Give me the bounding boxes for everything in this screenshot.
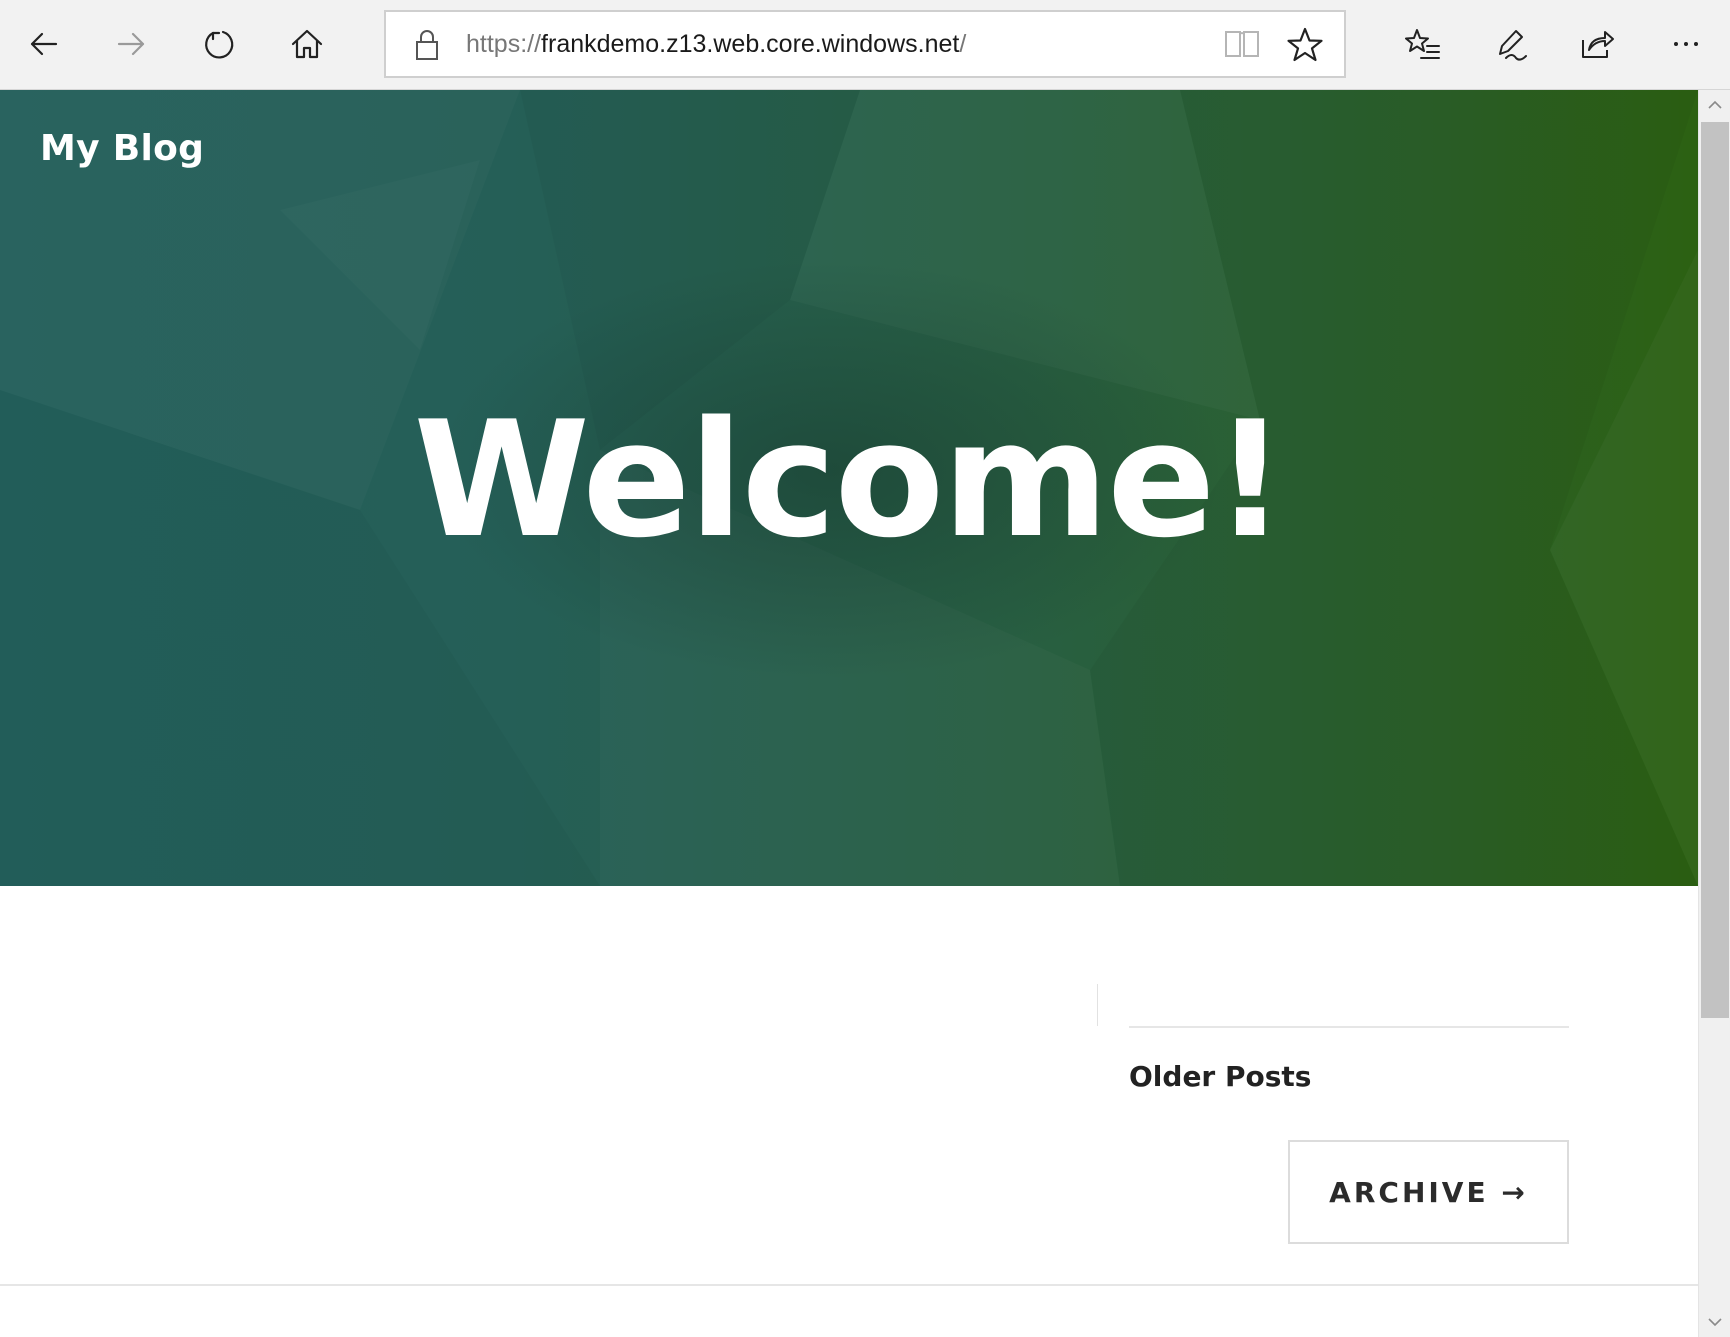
star-icon[interactable]: [1284, 24, 1326, 66]
share-button[interactable]: [1567, 14, 1627, 74]
site-title-link[interactable]: My Blog: [40, 128, 204, 169]
vertical-scrollbar[interactable]: [1698, 90, 1730, 1337]
refresh-icon: [205, 30, 234, 59]
chevron-up-icon: [1708, 100, 1722, 109]
url-tail: /: [959, 30, 967, 58]
url-scheme: https://: [466, 30, 542, 58]
scroll-down-button[interactable]: [1699, 1307, 1730, 1337]
footer-divider: [0, 1284, 1698, 1286]
scroll-thumb[interactable]: [1701, 122, 1729, 1018]
favorites-list-icon: [1405, 29, 1440, 59]
favorites-hub-button[interactable]: [1393, 14, 1453, 74]
back-button[interactable]: [14, 14, 74, 74]
more-button[interactable]: [1656, 14, 1716, 74]
url-text[interactable]: https://frankdemo.z13.web.core.windows.n…: [466, 12, 966, 76]
lock-icon: [416, 30, 438, 60]
more-dots-icon: [1674, 42, 1698, 46]
archive-button[interactable]: ARCHIVE →: [1288, 1140, 1569, 1244]
address-bar[interactable]: https://frankdemo.z13.web.core.windows.n…: [384, 10, 1346, 78]
older-posts-heading: Older Posts: [1129, 1060, 1312, 1093]
browser-toolbar: https://frankdemo.z13.web.core.windows.n…: [0, 0, 1730, 90]
content-sidebar-divider: [1097, 984, 1098, 1026]
pen-icon: [1499, 30, 1527, 61]
back-arrow-icon: [30, 32, 58, 56]
reading-view-icon[interactable]: [1222, 26, 1262, 62]
forward-button[interactable]: [101, 14, 161, 74]
home-button[interactable]: [277, 14, 337, 74]
scroll-up-button[interactable]: [1699, 90, 1730, 120]
share-icon: [1582, 31, 1614, 58]
sidebar-widget-rule: [1129, 1026, 1569, 1028]
hero-heading: Welcome!: [413, 386, 1286, 573]
home-icon: [291, 29, 323, 59]
refresh-button[interactable]: [189, 14, 249, 74]
notes-button[interactable]: [1480, 14, 1540, 74]
hero-banner: My Blog Welcome!: [0, 90, 1698, 886]
url-host: frankdemo.z13.web.core.windows.net: [541, 30, 960, 58]
forward-arrow-icon: [117, 32, 145, 56]
chevron-down-icon: [1708, 1318, 1722, 1327]
page-viewport: My Blog Welcome! Older Posts ARCHIVE →: [0, 90, 1698, 1337]
